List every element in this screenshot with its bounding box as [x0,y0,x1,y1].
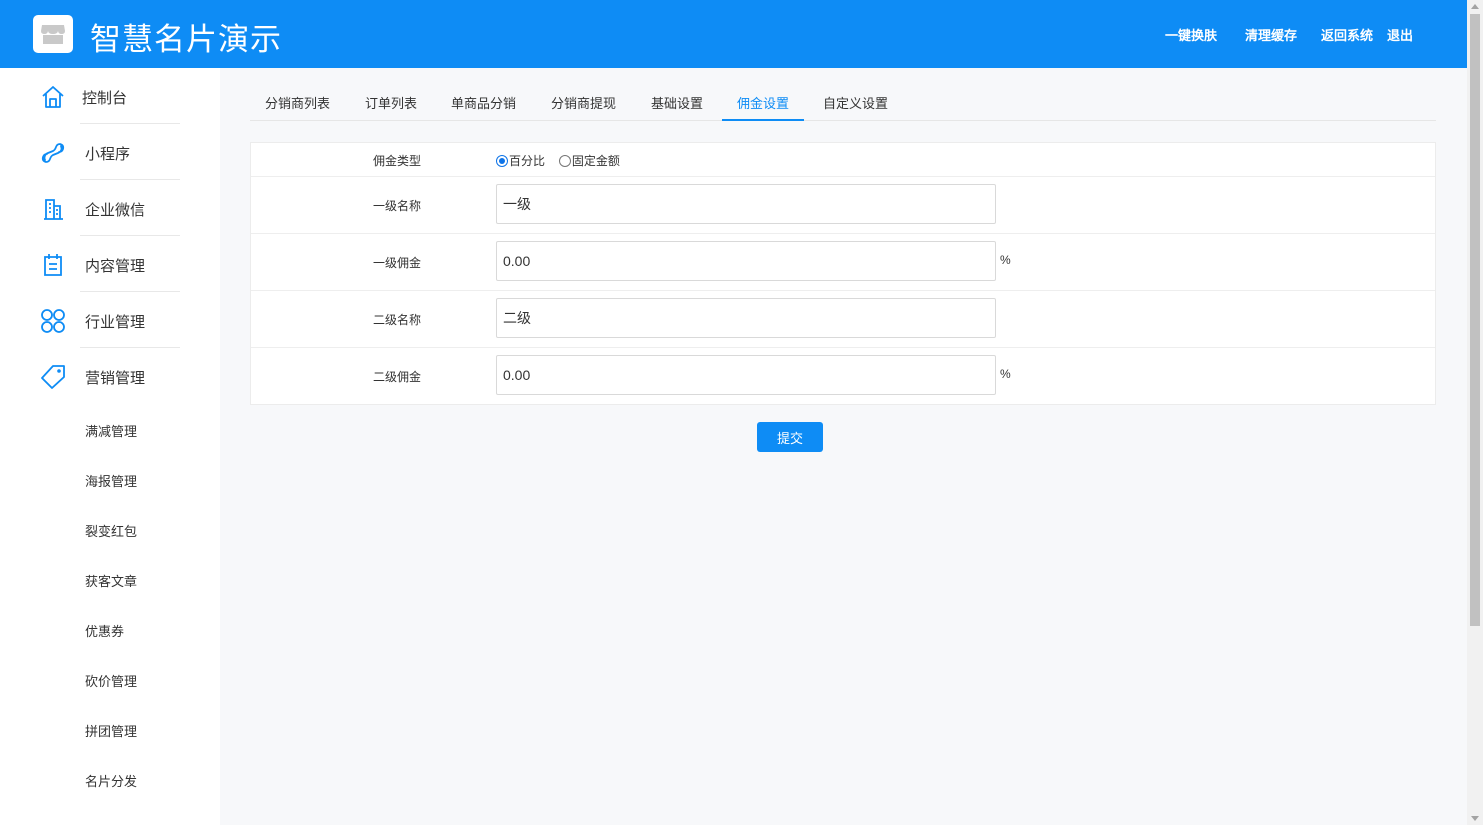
commission-form: 佣金类型 百分比 固定金额 一级名称 一级佣金 % 二级名称 二级佣金 % [250,142,1436,405]
sidebar-subitem-card-distribution[interactable]: 名片分发 [85,771,137,790]
sidebar-subitem-red-packet[interactable]: 裂变红包 [85,521,137,540]
tab-custom-settings[interactable]: 自定义设置 [808,80,903,120]
sidebar-item-dashboard[interactable]: 控制台 [0,68,220,124]
level1-commission-row: 一级佣金 % [251,234,1435,291]
sidebar-item-label: 营销管理 [85,369,146,387]
clipboard-icon [44,254,62,276]
sidebar-subitem-poster[interactable]: 海报管理 [85,471,137,490]
sidebar-item-label: 企业微信 [85,201,146,219]
level2-commission-row: 二级佣金 % [251,348,1435,404]
sidebar-subitem-bargain[interactable]: 砍价管理 [85,671,137,690]
level2-name-label: 二级名称 [373,313,422,327]
tab-withdrawal[interactable]: 分销商提现 [536,80,631,120]
app-title: 智慧名片演示 [90,22,282,58]
sidebar-item-marketing[interactable]: 营销管理 [0,348,220,404]
level2-name-row: 二级名称 [251,291,1435,348]
scrollbar-thumb[interactable] [1470,14,1480,626]
sidebar-item-label: 小程序 [85,145,131,163]
tab-basic-settings[interactable]: 基础设置 [636,80,718,120]
tab-single-product[interactable]: 单商品分销 [436,80,531,120]
level2-commission-label: 二级佣金 [373,370,422,384]
level2-name-input[interactable] [496,298,996,338]
tab-commission-settings[interactable]: 佣金设置 [722,80,805,121]
clear-cache-link[interactable]: 清理缓存 [1245,25,1297,44]
sidebar-subitem-coupon[interactable]: 优惠券 [85,621,124,640]
percentage-radio-label[interactable]: 百分比 [509,154,545,168]
commission-type-radio-group: 百分比 固定金额 [496,152,630,169]
sidebar: 控制台 小程序 企业微信 内容管理 行业管理 营销管理 满减管理 海报管理 裂变… [0,68,220,825]
level1-name-row: 一级名称 [251,177,1435,234]
sidebar-item-content[interactable]: 内容管理 [0,236,220,292]
store-logo-icon [33,15,73,53]
top-header: 智慧名片演示 一键换肤 清理缓存 返回系统 退出 [0,0,1467,68]
sidebar-item-wecom[interactable]: 企业微信 [0,180,220,236]
sidebar-item-label: 内容管理 [85,257,146,275]
tab-order-list[interactable]: 订单列表 [350,80,432,120]
sidebar-subitem-group-buy[interactable]: 拼团管理 [85,721,137,740]
clover-icon [41,309,65,333]
sidebar-item-label: 行业管理 [85,313,146,331]
return-system-link[interactable]: 返回系统 [1321,25,1373,44]
submit-button[interactable]: 提交 [757,422,823,452]
commission-type-row: 佣金类型 百分比 固定金额 [251,143,1435,177]
percentage-radio[interactable] [496,154,508,167]
sidebar-subitem-discount[interactable]: 满减管理 [85,421,137,440]
building-icon [44,199,63,220]
distribution-tabs: 分销商列表 订单列表 单商品分销 分销商提现 基础设置 佣金设置 自定义设置 [250,80,1436,121]
level1-commission-input[interactable] [496,241,996,281]
percent-unit: % [1000,367,1011,381]
change-skin-link[interactable]: 一键换肤 [1165,25,1217,44]
scroll-up-arrow-icon[interactable] [1471,4,1479,9]
home-icon [42,86,64,108]
tag-icon [41,365,65,389]
miniprogram-icon [41,143,65,163]
level1-name-label: 一级名称 [373,199,422,213]
commission-type-label: 佣金类型 [373,154,422,168]
fixed-amount-radio-label[interactable]: 固定金额 [572,154,620,168]
percent-unit: % [1000,253,1011,267]
level2-commission-input[interactable] [496,355,996,395]
level1-name-input[interactable] [496,184,996,224]
sidebar-subitem-articles[interactable]: 获客文章 [85,571,137,590]
sidebar-item-industry[interactable]: 行业管理 [0,292,220,348]
fixed-amount-radio[interactable] [558,154,571,167]
page-scrollbar[interactable] [1467,0,1483,825]
level1-commission-label: 一级佣金 [373,256,422,270]
sidebar-item-label: 控制台 [82,89,128,107]
scroll-down-arrow-icon[interactable] [1471,816,1479,821]
sidebar-item-miniprogram[interactable]: 小程序 [0,124,220,180]
tab-distributor-list[interactable]: 分销商列表 [250,80,345,120]
logout-link[interactable]: 退出 [1387,25,1413,44]
